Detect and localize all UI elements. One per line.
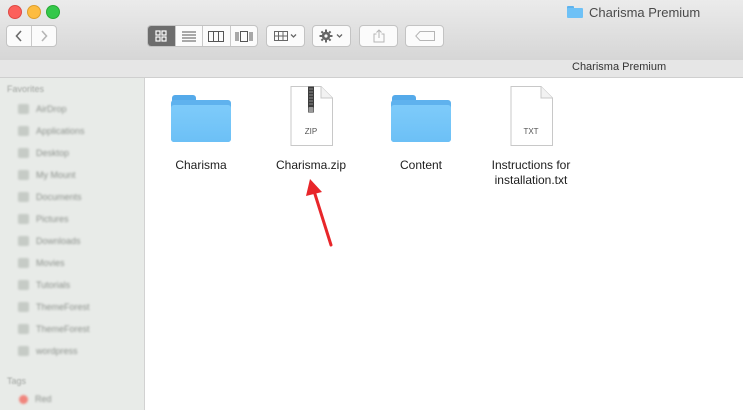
downloads-icon: [18, 236, 29, 246]
share-icon: [373, 29, 384, 43]
folder-icon: [18, 170, 29, 180]
cover-flow-icon: [235, 30, 253, 42]
icon-view-button[interactable]: [148, 26, 175, 46]
folder-icon: [18, 346, 29, 356]
list-view-icon: [181, 31, 196, 41]
file-item-charisma-folder[interactable]: Charisma: [151, 94, 251, 173]
folder-icon: [18, 324, 29, 334]
window-title-text: Charisma Premium: [589, 4, 701, 20]
file-extension-label: ZIP: [304, 127, 318, 136]
sidebar-item-pictures[interactable]: Pictures: [18, 212, 69, 226]
movies-icon: [18, 258, 29, 268]
nav-buttons: [6, 25, 57, 47]
red-tag-icon: [19, 394, 28, 404]
column-view-icon: [208, 30, 225, 42]
file-label: Instructions for installation.txt: [491, 158, 571, 187]
chevron-left-icon: [15, 30, 22, 42]
zip-file-icon: ZIP: [289, 86, 333, 146]
forward-button[interactable]: [31, 26, 56, 46]
tag-button[interactable]: [405, 25, 444, 47]
arrange-button[interactable]: [266, 25, 305, 47]
gear-icon: [319, 29, 342, 43]
folder-icon: [18, 280, 29, 290]
column-view-button[interactable]: [202, 26, 230, 46]
pictures-icon: [18, 214, 29, 224]
view-mode-group: [147, 25, 258, 47]
cover-flow-view-button[interactable]: [229, 26, 258, 46]
text-file-icon: TXT: [509, 86, 553, 146]
icon-view-icon: [155, 30, 167, 42]
sidebar-item-themeforest[interactable]: ThemeForest: [18, 300, 90, 314]
title-bar: Charisma Premium: [0, 0, 743, 61]
sidebar-item-documents[interactable]: Documents: [18, 190, 82, 204]
sidebar-item-tag-red[interactable]: Red: [18, 392, 52, 406]
back-button[interactable]: [7, 26, 31, 46]
file-item-charisma-zip[interactable]: ZIP Charisma.zip: [261, 86, 361, 173]
chevron-right-icon: [41, 30, 48, 42]
list-view-button[interactable]: [174, 26, 203, 46]
file-browser-content: Charisma ZIP Charisma.zip Content TXT In…: [145, 78, 743, 410]
file-label: Charisma: [175, 158, 227, 172]
folder-icon: [391, 94, 451, 142]
path-bar-text: Charisma Premium: [572, 61, 667, 73]
sidebar-item-wordpress[interactable]: wordpress: [18, 344, 78, 358]
file-item-instructions-txt[interactable]: TXT Instructions for installation.txt: [481, 86, 581, 188]
maximize-window-button[interactable]: [46, 5, 60, 19]
applications-icon: [18, 126, 29, 136]
sidebar-item-themeforest-2[interactable]: ThemeForest: [18, 322, 90, 336]
sidebar-item-applications[interactable]: Applications: [18, 124, 85, 138]
annotation-arrow-icon: [306, 179, 333, 247]
sidebar-item-movies[interactable]: Movies: [18, 256, 65, 270]
arrange-grid-icon: [273, 31, 296, 41]
sidebar: Favorites AirDrop Applications Desktop M…: [0, 78, 145, 410]
sidebar-header-favorites: Favorites: [7, 84, 45, 94]
tag-icon: [414, 31, 435, 41]
sidebar-item-desktop[interactable]: Desktop: [18, 146, 69, 160]
sidebar-header-tags: Tags: [7, 376, 27, 386]
minimize-window-button[interactable]: [27, 5, 41, 19]
file-item-content-folder[interactable]: Content: [371, 94, 471, 173]
airdrop-icon: [18, 104, 29, 114]
sidebar-item-my-mount[interactable]: My Mount: [18, 168, 76, 182]
documents-icon: [18, 192, 29, 202]
file-extension-label: TXT: [523, 127, 539, 136]
sidebar-item-airdrop[interactable]: AirDrop: [18, 102, 67, 116]
folder-icon: [18, 302, 29, 312]
file-label: Content: [399, 158, 443, 172]
close-window-button[interactable]: [8, 5, 22, 19]
window-title: Charisma Premium: [567, 4, 700, 20]
folder-icon: [171, 94, 231, 142]
action-menu-button[interactable]: [312, 25, 351, 47]
desktop-icon: [18, 148, 29, 158]
sidebar-item-tutorials[interactable]: Tutorials: [18, 278, 70, 292]
folder-icon: [567, 6, 583, 18]
path-bar: Charisma Premium: [0, 60, 743, 78]
sidebar-item-downloads[interactable]: Downloads: [18, 234, 81, 248]
share-button[interactable]: [359, 25, 398, 47]
